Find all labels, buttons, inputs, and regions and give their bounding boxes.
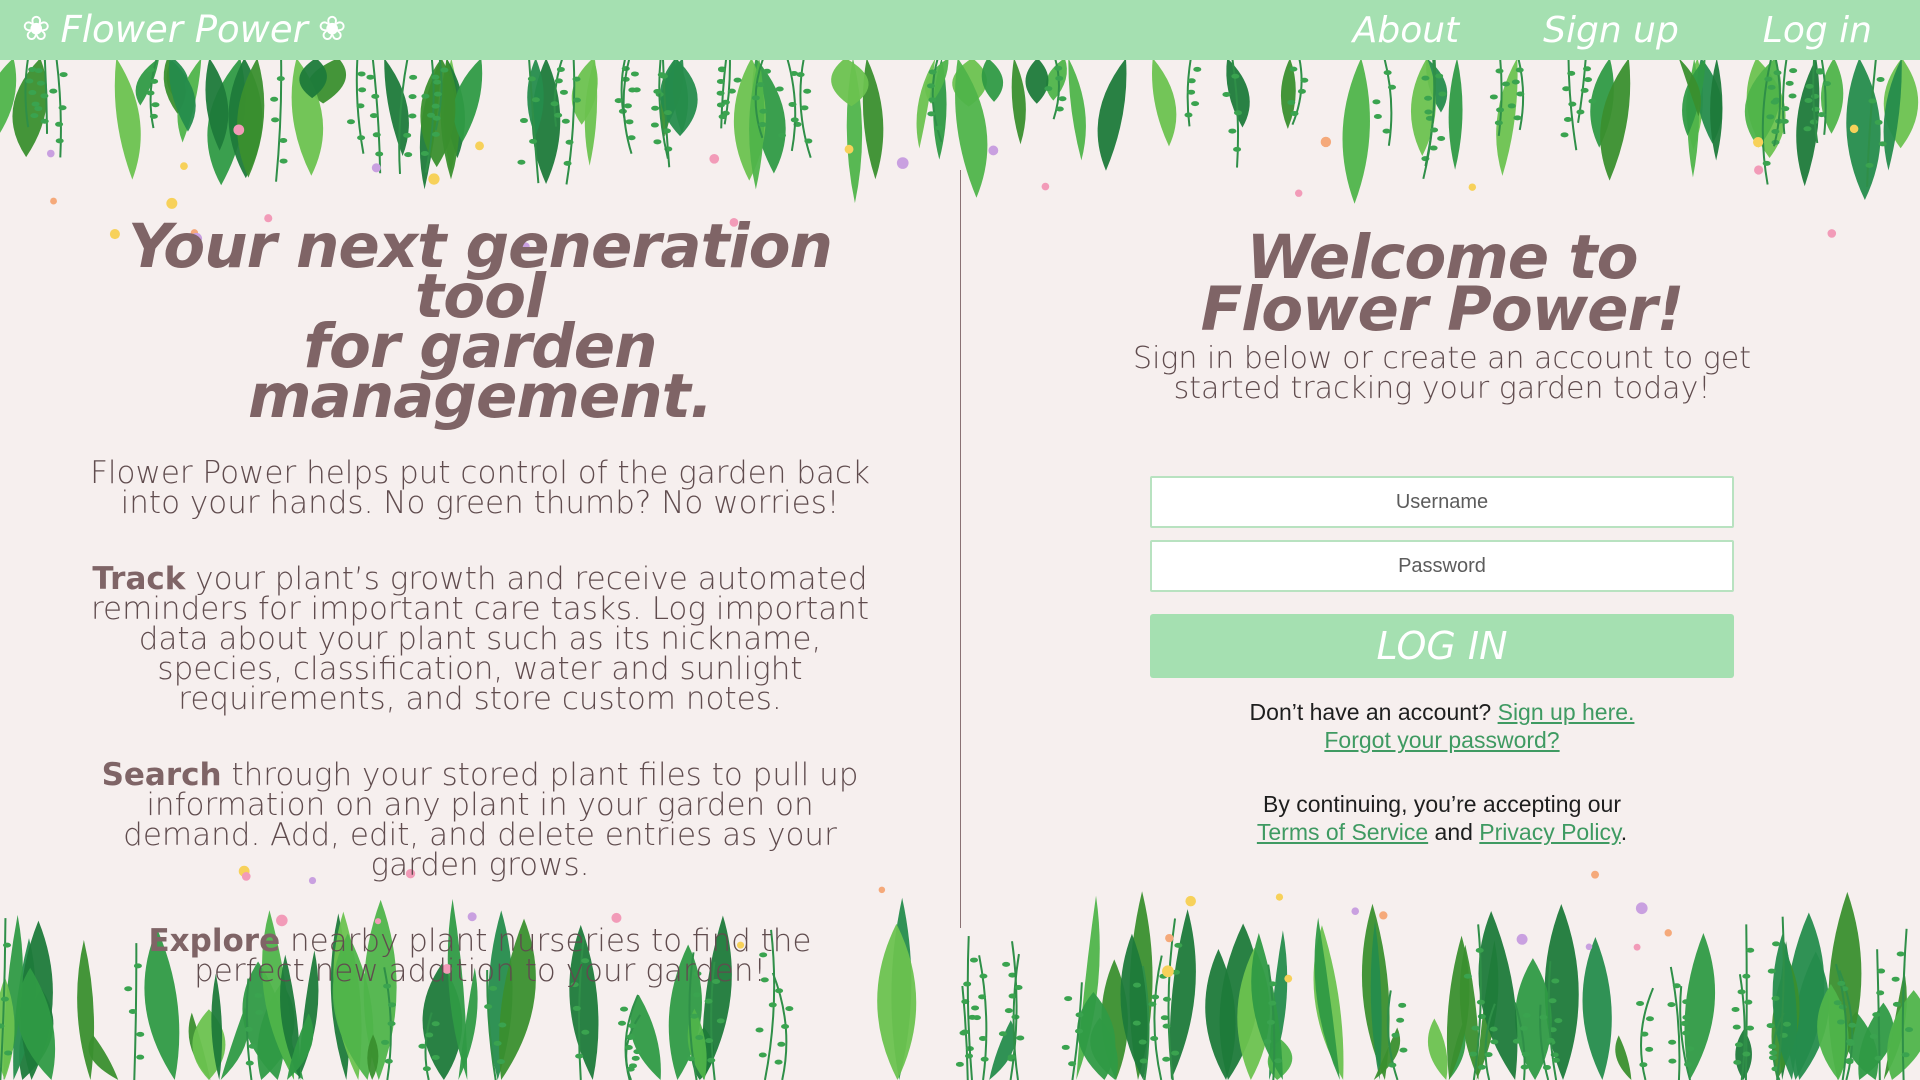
terms-link[interactable]: Terms of Service <box>1257 819 1428 845</box>
feature-text: through your stored plant files to pull … <box>123 757 859 883</box>
welcome-title-line-2: Flower Power! <box>1200 274 1685 345</box>
login-section: Welcome to Flower Power! Sign in below o… <box>1112 227 1772 846</box>
feature-text: your plant’s growth and receive automate… <box>90 561 870 717</box>
brand-name: Flower Power <box>60 7 308 51</box>
legal-suffix: . <box>1620 819 1628 845</box>
welcome-title: Welcome to Flower Power! <box>1112 227 1772 340</box>
feature-explore: Explore nearby plant nurseries to find t… <box>90 923 870 989</box>
feature-text: nearby plant nurseries to find the perfe… <box>194 923 812 989</box>
legal-and: and <box>1428 819 1480 845</box>
hero-subtitle: Flower Power helps put control of the ga… <box>90 455 870 521</box>
top-navbar: ❀ Flower Power ❀ About Sign up Log in <box>0 0 1920 60</box>
nav-links: About Sign up Log in <box>1353 0 1872 60</box>
legal-notice: By continuing, you’re accepting our Term… <box>1112 790 1772 846</box>
account-help: Don’t have an account? Sign up here. For… <box>1112 698 1772 754</box>
flower-icon: ❀ <box>22 9 51 49</box>
no-account-text: Don’t have an account? <box>1249 699 1498 725</box>
login-button[interactable]: LOG IN <box>1150 614 1734 678</box>
nav-about-link[interactable]: About <box>1353 10 1459 51</box>
privacy-link[interactable]: Privacy Policy <box>1479 819 1620 845</box>
username-input[interactable] <box>1150 476 1734 528</box>
nav-login-link[interactable]: Log in <box>1763 10 1872 51</box>
welcome-subtitle: Sign in below or create an account to ge… <box>1133 341 1751 406</box>
password-input[interactable] <box>1150 540 1734 592</box>
column-divider <box>960 170 961 928</box>
hero-title-line-2: for garden management. <box>247 311 713 432</box>
feature-track: Track your plant’s growth and receive au… <box>90 561 870 717</box>
legal-prefix: By continuing, you’re accepting our <box>1263 791 1621 817</box>
brand-logo[interactable]: ❀ Flower Power ❀ <box>22 6 346 52</box>
hero-title: Your next generation tool for garden man… <box>90 216 870 427</box>
feature-search: Search through your stored plant files t… <box>90 757 870 883</box>
intro-section: Your next generation tool for garden man… <box>90 216 870 989</box>
forgot-password-link[interactable]: Forgot your password? <box>1324 727 1559 753</box>
signup-link[interactable]: Sign up here. <box>1498 699 1635 725</box>
nav-signup-link[interactable]: Sign up <box>1543 10 1679 51</box>
flower-icon: ❀ <box>317 9 347 49</box>
login-form: LOG IN <box>1150 476 1734 678</box>
